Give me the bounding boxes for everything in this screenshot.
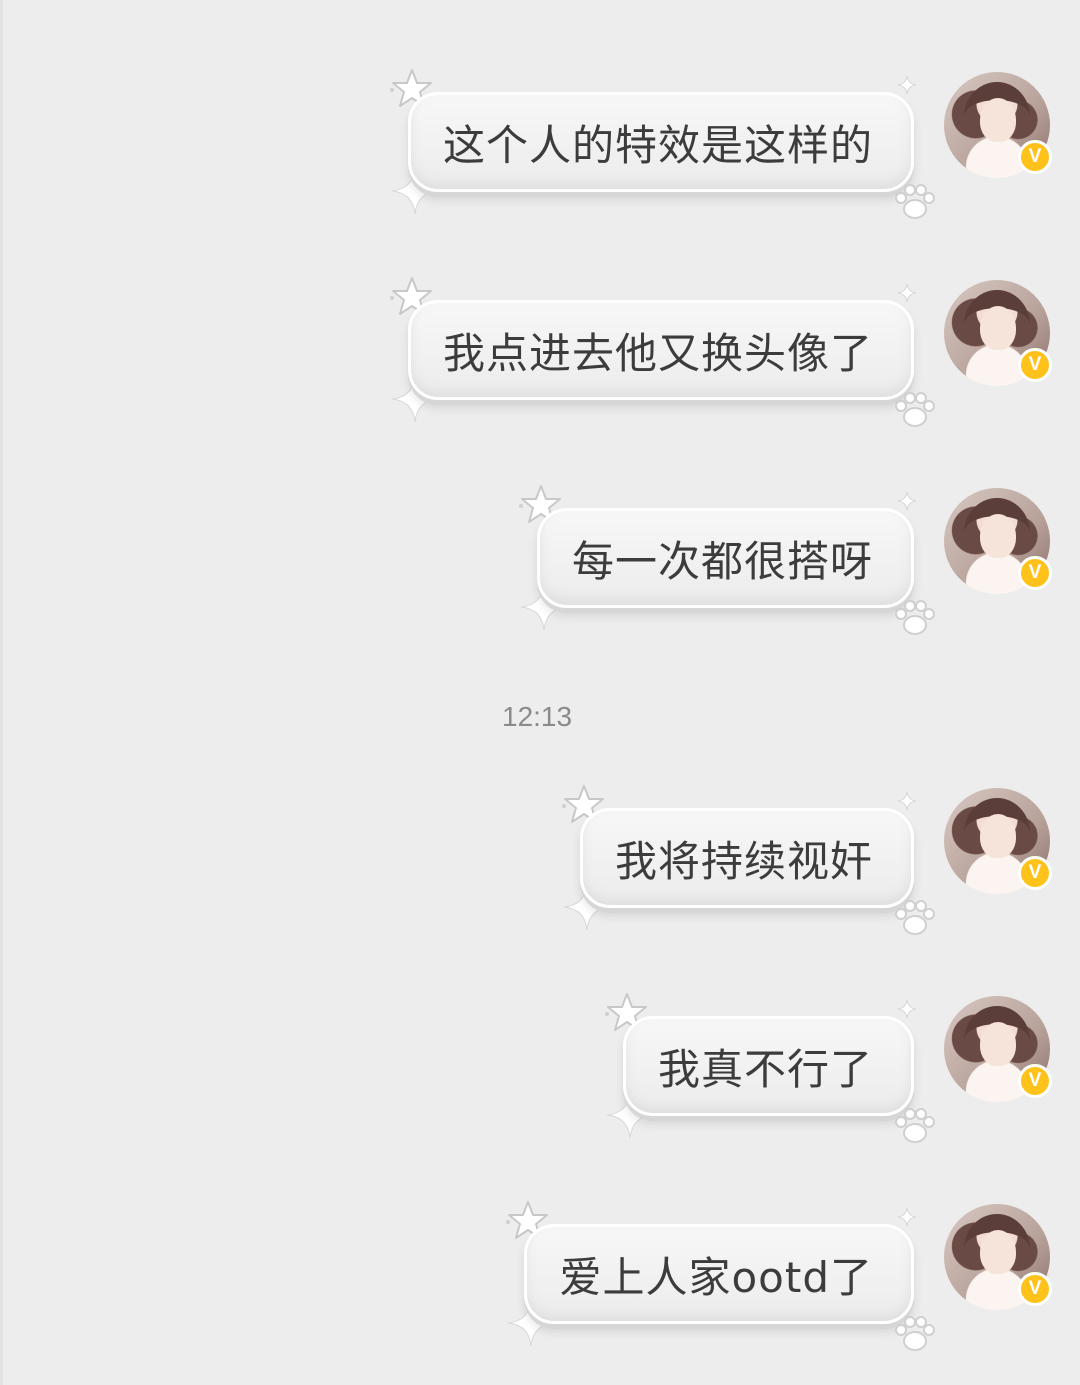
vip-badge-icon: V [1018,348,1052,382]
chat-message-list[interactable]: 这个人的特效是这样的 V 我点进去他又换头像了 V 每一次都很搭呀 V 12:1… [0,0,1080,1385]
avatar-face [980,814,1016,858]
vip-badge-icon: V [1018,556,1052,590]
message-bubble[interactable]: 我将持续视奸 [579,808,914,908]
sparkle-icon [898,76,916,94]
sparkle-icon [898,1000,916,1018]
message-text: 爱上人家ootd了 [559,1252,873,1302]
vip-badge-icon: V [1018,1064,1052,1098]
avatar[interactable]: V [944,996,1052,1102]
sparkle-icon [898,792,916,810]
vip-badge-icon: V [1018,140,1052,174]
message-row: 这个人的特效是这样的 V [389,69,1052,219]
message-bubble-wrapper: 爱上人家ootd了 [506,1201,935,1351]
message-row: 爱上人家ootd了 V [506,1201,1052,1351]
message-text: 这个人的特效是这样的 [442,120,873,170]
avatar-face [980,1022,1016,1066]
message-text: 我将持续视奸 [614,836,873,886]
message-text: 我点进去他又换头像了 [442,328,873,378]
avatar[interactable]: V [944,280,1052,386]
message-text: 每一次都很搭呀 [571,536,873,586]
vip-badge-icon: V [1018,1272,1052,1306]
message-bubble[interactable]: 这个人的特效是这样的 [407,92,914,192]
message-bubble[interactable]: 爱上人家ootd了 [524,1224,914,1324]
message-bubble-wrapper: 每一次都很搭呀 [518,485,935,635]
message-row: 我点进去他又换头像了 V [389,277,1052,427]
paw-icon [895,600,935,635]
avatar[interactable]: V [944,72,1052,178]
avatar[interactable]: V [944,488,1052,594]
paw-icon [895,1316,935,1351]
paw-icon [895,1108,935,1143]
paw-icon [895,184,935,219]
sparkle-icon [898,492,916,510]
avatar[interactable]: V [944,788,1052,894]
vip-badge-icon: V [1018,856,1052,890]
avatar-face [980,1230,1016,1274]
message-bubble-wrapper: 这个人的特效是这样的 [389,69,935,219]
avatar[interactable]: V [944,1204,1052,1310]
message-row: 我真不行了 V [604,993,1052,1143]
sparkle-icon [898,1208,916,1226]
paw-icon [895,900,935,935]
message-bubble[interactable]: 我点进去他又换头像了 [407,300,914,400]
message-bubble-wrapper: 我点进去他又换头像了 [389,277,935,427]
message-row: 每一次都很搭呀 V [518,485,1052,635]
message-bubble[interactable]: 每一次都很搭呀 [536,508,914,608]
sparkle-icon [898,284,916,302]
avatar-face [980,306,1016,350]
message-text: 我真不行了 [657,1044,873,1094]
avatar-face [980,514,1016,558]
message-timestamp: 12:13 [502,701,573,732]
message-bubble-wrapper: 我将持续视奸 [561,785,935,935]
message-bubble[interactable]: 我真不行了 [622,1016,914,1116]
paw-icon [895,392,935,427]
message-row: 我将持续视奸 V [561,785,1052,935]
message-bubble-wrapper: 我真不行了 [604,993,935,1143]
avatar-face [980,98,1016,142]
